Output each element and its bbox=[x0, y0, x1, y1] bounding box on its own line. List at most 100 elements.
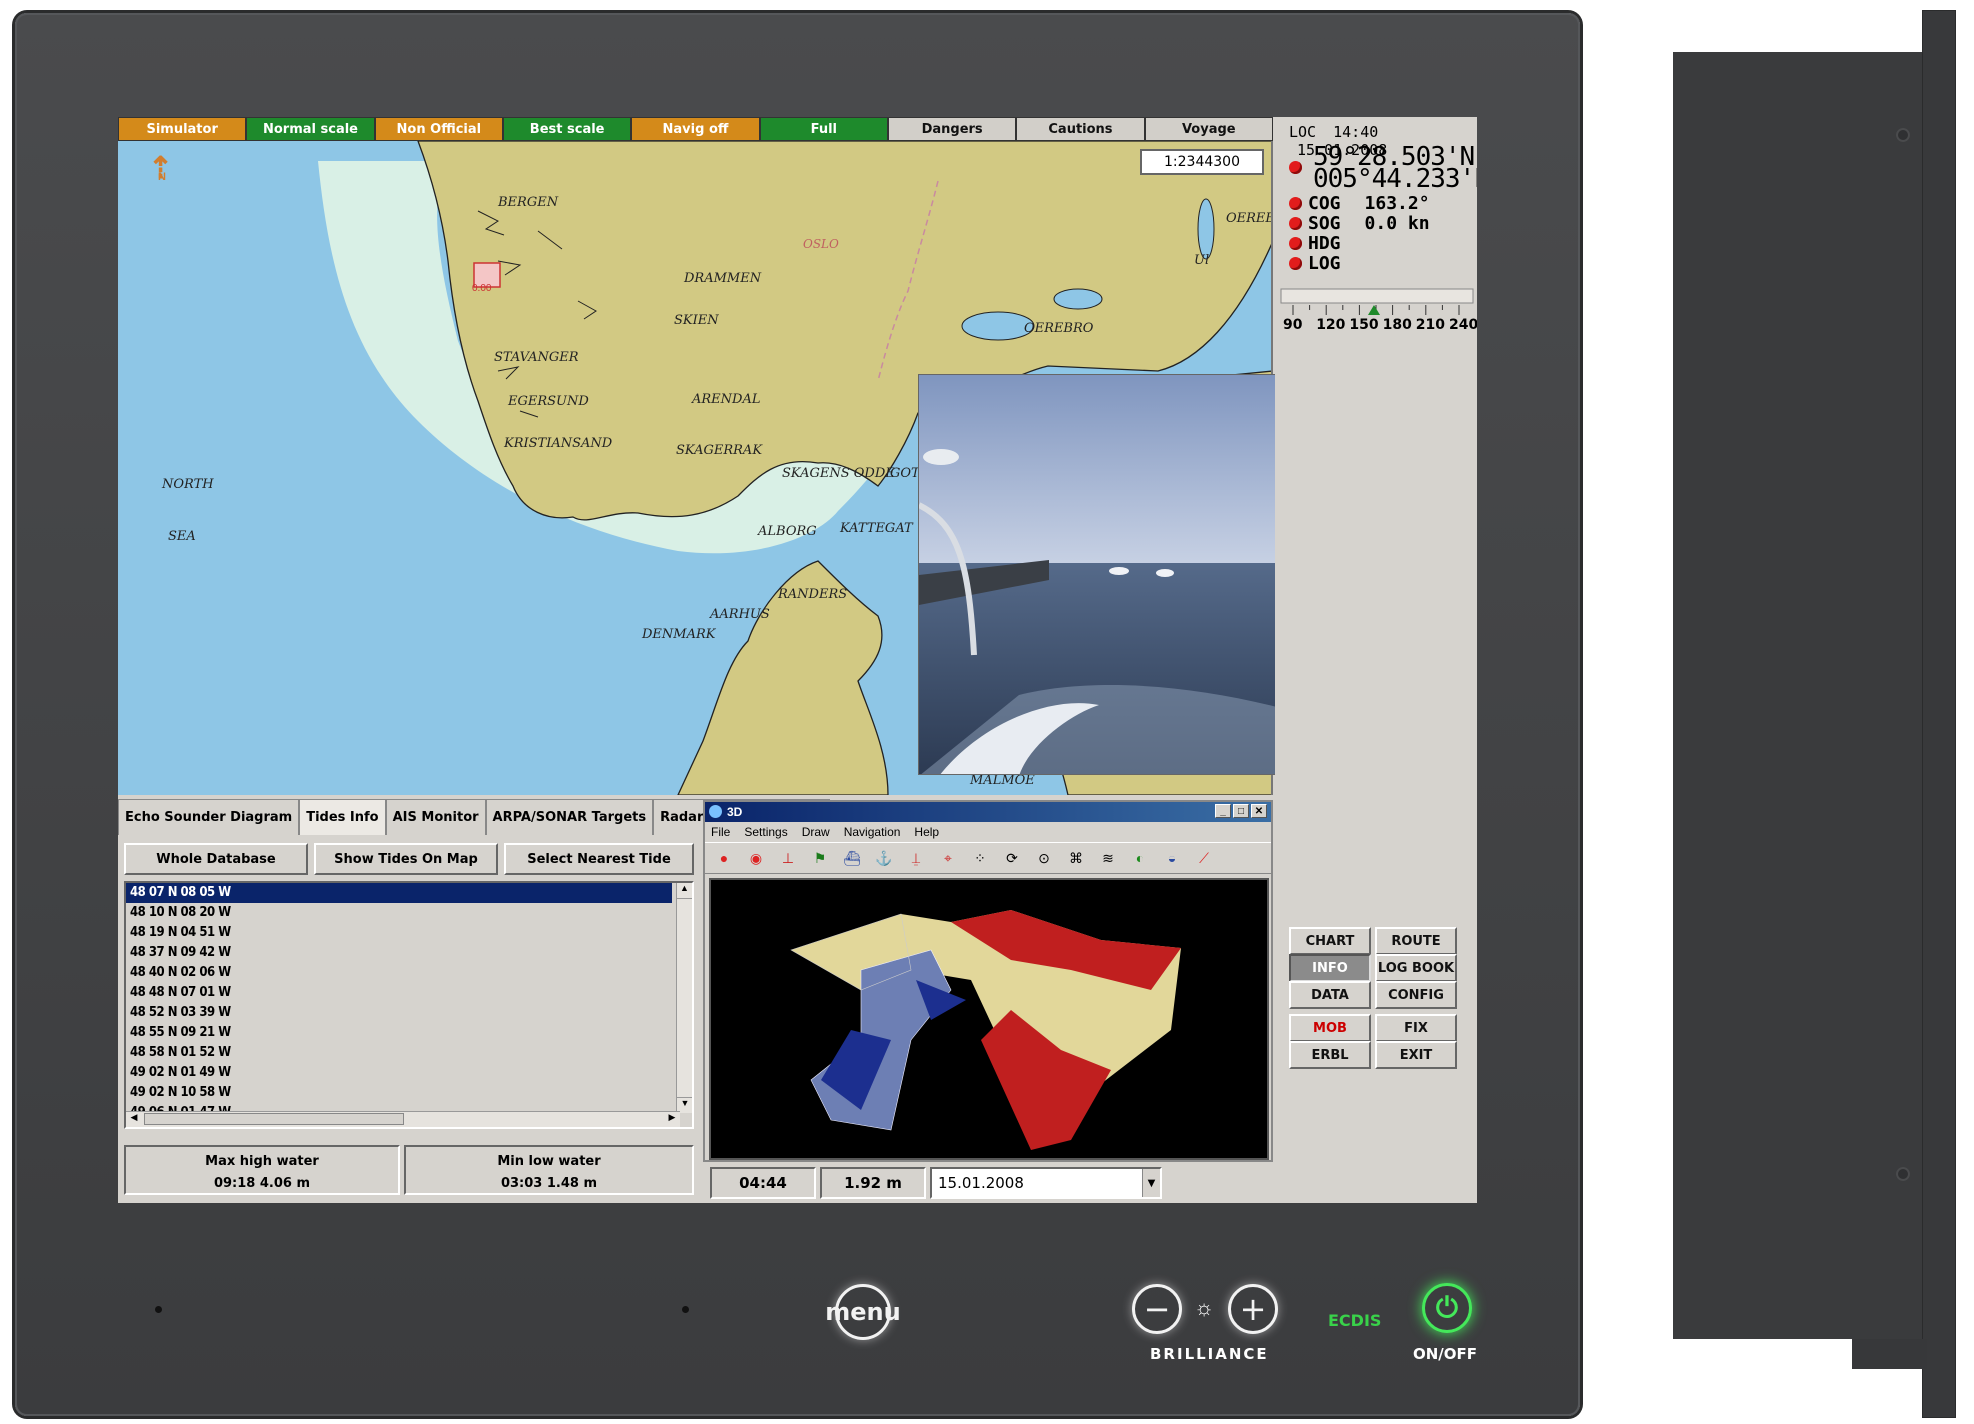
compass-tick-label: 180 bbox=[1382, 317, 1412, 333]
scroll-right-icon[interactable]: ▶ bbox=[664, 1112, 680, 1123]
chart-scale-field[interactable]: 1:2344300 bbox=[1140, 149, 1264, 175]
menu-settings[interactable]: Settings bbox=[744, 825, 787, 839]
flag-icon[interactable]: ⚑ bbox=[807, 845, 833, 871]
menu-navigation[interactable]: Navigation bbox=[844, 825, 901, 839]
stop-record-icon[interactable]: ◉ bbox=[743, 845, 769, 871]
place-label: GOT bbox=[890, 466, 920, 481]
chart-icon[interactable]: ⟋ bbox=[1191, 845, 1217, 871]
menu-file[interactable]: File bbox=[711, 825, 730, 839]
exit-button[interactable]: EXIT bbox=[1375, 1041, 1457, 1069]
mob-button[interactable]: MOB bbox=[1289, 1014, 1371, 1042]
3d-window-titlebar[interactable]: 3D _ □ ✕ bbox=[705, 802, 1271, 822]
whole-database-button[interactable]: Whole Database bbox=[124, 843, 308, 875]
list-item[interactable]: 48 40 N 02 06 W bbox=[126, 963, 672, 983]
anchor-icon[interactable]: ⚓ bbox=[871, 845, 897, 871]
brightness-minus-button[interactable]: − bbox=[1132, 1284, 1182, 1334]
menu-hardware-button[interactable]: menu bbox=[825, 1284, 901, 1340]
onoff-label: ON/OFF bbox=[1413, 1345, 1478, 1363]
list-item[interactable]: 48 37 N 09 42 W bbox=[126, 943, 672, 963]
data-button[interactable]: DATA bbox=[1289, 981, 1371, 1009]
max-high-water: Max high water 09:18 4.06 m bbox=[124, 1145, 400, 1195]
brightness-plus-button[interactable]: + bbox=[1228, 1284, 1278, 1334]
route-button[interactable]: ROUTE bbox=[1375, 927, 1457, 955]
layers-icon[interactable]: ≋ bbox=[1095, 845, 1121, 871]
config-button[interactable]: CONFIG bbox=[1375, 981, 1457, 1009]
record-icon[interactable]: ● bbox=[711, 845, 737, 871]
monitor-side-foot bbox=[1852, 1339, 1927, 1369]
list-item[interactable]: 48 58 N 01 52 W bbox=[126, 1043, 672, 1063]
tab-echo-sounder-diagram[interactable]: Echo Sounder Diagram bbox=[118, 799, 300, 835]
tab-tides-info[interactable]: Tides Info bbox=[299, 799, 386, 835]
3d-window[interactable]: 3D _ □ ✕ File Settings Draw Navigation Help … bbox=[703, 800, 1273, 1162]
place-label: KATTEGAT bbox=[840, 521, 913, 536]
info-button[interactable]: INFO bbox=[1289, 954, 1371, 982]
place-label: RANDERS bbox=[778, 587, 848, 602]
erbl-button[interactable]: ERBL bbox=[1289, 1041, 1371, 1069]
monitor-side-flange bbox=[1922, 10, 1956, 1418]
list-item[interactable]: 48 10 N 08 20 W bbox=[126, 903, 672, 923]
menu-help[interactable]: Help bbox=[914, 825, 939, 839]
mark-icon[interactable]: ⌖ bbox=[935, 845, 961, 871]
rotate-icon[interactable]: ⟳ bbox=[999, 845, 1025, 871]
longitude: 005°44.233'E bbox=[1313, 164, 1477, 194]
chevron-down-icon[interactable]: ▼ bbox=[1142, 1169, 1160, 1197]
tab-ais-monitor[interactable]: AIS Monitor bbox=[385, 799, 486, 835]
select-icon[interactable]: ⁘ bbox=[967, 845, 993, 871]
zoom-icon[interactable]: ⊙ bbox=[1031, 845, 1057, 871]
log-status-dot bbox=[1289, 257, 1302, 270]
compass-frame bbox=[1280, 288, 1474, 304]
ship-icon[interactable]: ⛴ bbox=[839, 845, 865, 871]
vertical-scrollbar[interactable]: ▲ ▼ bbox=[676, 883, 692, 1113]
chart-button[interactable]: CHART bbox=[1289, 927, 1371, 955]
menu-draw[interactable]: Draw bbox=[802, 825, 830, 839]
buoy-icon[interactable]: ⍊ bbox=[903, 845, 929, 871]
status-cautions[interactable]: Cautions bbox=[1016, 117, 1145, 141]
3d-terrain-render bbox=[790, 910, 1181, 1150]
status-best-scale[interactable]: Best scale bbox=[502, 117, 632, 141]
status-normal-scale[interactable]: Normal scale bbox=[246, 117, 375, 141]
status-dangers[interactable]: Dangers bbox=[887, 117, 1017, 141]
scroll-left-icon[interactable]: ◀ bbox=[126, 1112, 142, 1123]
show-tides-on-map-button[interactable]: Show Tides On Map bbox=[314, 843, 498, 875]
select-nearest-tide-button[interactable]: Select Nearest Tide bbox=[504, 843, 694, 875]
list-item[interactable]: 49 02 N 01 49 W bbox=[126, 1063, 672, 1083]
status-full[interactable]: Full bbox=[759, 117, 888, 141]
water-icon[interactable]: ◒ bbox=[1159, 845, 1185, 871]
horizontal-scrollbar[interactable]: ◀ ▶ bbox=[126, 1111, 680, 1127]
status-non-official[interactable]: Non Official bbox=[374, 117, 503, 141]
list-item[interactable]: 48 07 N 08 05 W bbox=[126, 883, 672, 903]
log-book-button[interactable]: LOG BOOK bbox=[1375, 954, 1457, 982]
tab-arpa-sonar-targets[interactable]: ARPA/SONAR Targets bbox=[485, 799, 654, 835]
fix-button[interactable]: FIX bbox=[1375, 1014, 1457, 1042]
tide-list[interactable]: 48 07 N 08 05 W 48 10 N 08 20 W 48 19 N 04… bbox=[124, 881, 694, 1129]
place-label: ARENDAL bbox=[692, 392, 761, 407]
power-button[interactable]: ⏻ bbox=[1422, 1283, 1472, 1333]
ecdis-screen: Simulator Normal scale Non Official Best sc… bbox=[118, 117, 1477, 1203]
scroll-thumb[interactable] bbox=[144, 1113, 404, 1125]
terrain-icon[interactable]: ◐ bbox=[1127, 845, 1153, 871]
place-label: SKIEN bbox=[674, 313, 719, 328]
list-item[interactable]: 48 48 N 07 01 W bbox=[126, 983, 672, 1003]
place-label: NORTH bbox=[162, 477, 214, 492]
marker-icon[interactable]: ⊥ bbox=[775, 845, 801, 871]
status-simulator[interactable]: Simulator bbox=[118, 117, 247, 141]
grid-icon[interactable]: ⌘ bbox=[1063, 845, 1089, 871]
maximize-button[interactable]: □ bbox=[1233, 804, 1249, 818]
compass-tick-label: 210 bbox=[1415, 317, 1446, 333]
list-item[interactable]: 49 02 N 10 58 W bbox=[126, 1083, 672, 1103]
minimize-button[interactable]: _ bbox=[1215, 804, 1231, 818]
info-tabs: Echo Sounder Diagram Tides Info AIS Monito… bbox=[118, 799, 830, 835]
place-label: Ul bbox=[1194, 253, 1210, 268]
compass-tick-label: 90 bbox=[1283, 317, 1303, 333]
scroll-up-icon[interactable]: ▲ bbox=[677, 883, 692, 899]
close-button[interactable]: ✕ bbox=[1251, 804, 1267, 818]
status-navig-off[interactable]: Navig off bbox=[631, 117, 760, 141]
3d-terrain-view[interactable] bbox=[709, 878, 1269, 1160]
microphone-hole bbox=[155, 1306, 162, 1313]
list-item[interactable]: 48 55 N 09 21 W bbox=[126, 1023, 672, 1043]
list-item[interactable]: 48 19 N 04 51 W bbox=[126, 923, 672, 943]
status-voyage[interactable]: Voyage bbox=[1144, 117, 1273, 141]
list-item[interactable]: 48 52 N 03 39 W bbox=[126, 1003, 672, 1023]
3d-date-dropdown[interactable]: 15.01.2008 ▼ bbox=[930, 1167, 1162, 1199]
3d-depth-field: 1.92 m bbox=[820, 1167, 926, 1199]
